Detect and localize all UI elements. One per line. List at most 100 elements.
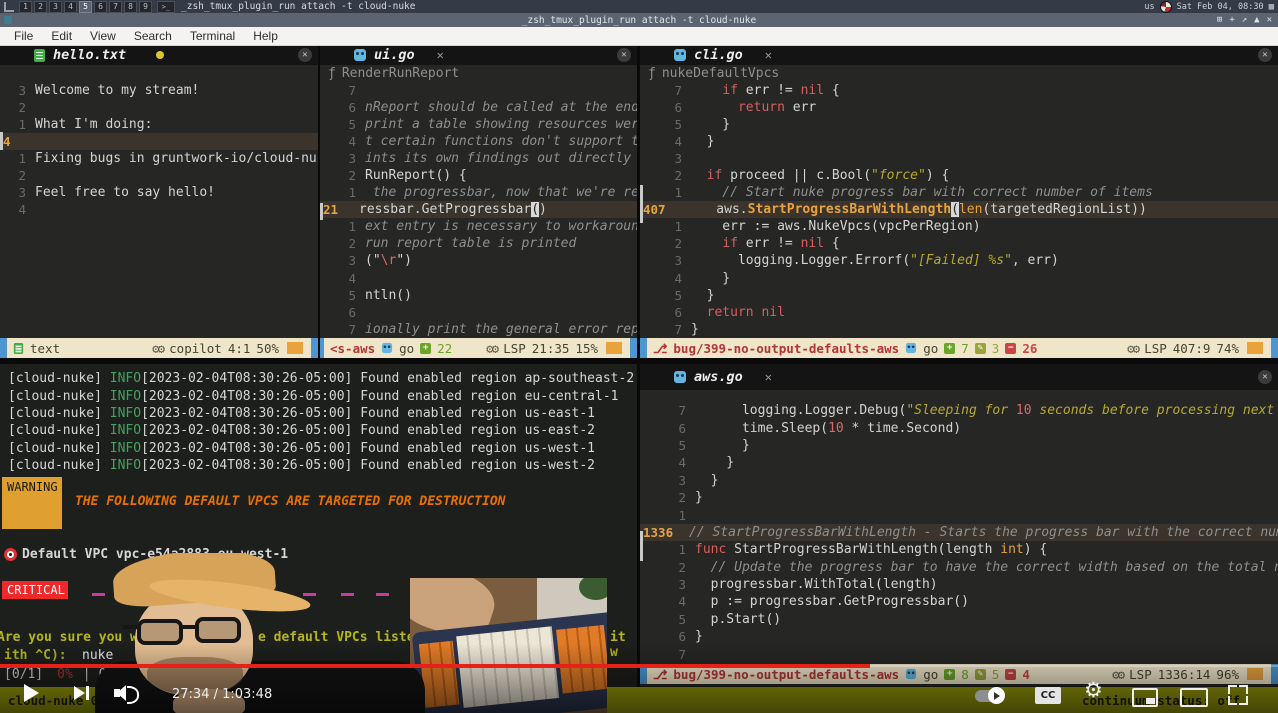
statusbar-cap xyxy=(1271,338,1278,358)
pane-divider xyxy=(637,364,640,713)
grid-icon[interactable]: ▦ xyxy=(1269,2,1274,12)
line-number: 7 xyxy=(320,322,365,337)
pane-close-icon[interactable]: ✕ xyxy=(298,48,312,62)
workspace-3[interactable]: 3 xyxy=(49,1,62,13)
go-lang-icon xyxy=(382,343,392,353)
miniplayer-button[interactable] xyxy=(1132,688,1158,707)
text-segment: [2023-02-04T08:30:26-05:00] Found enable… xyxy=(141,423,595,438)
text-segment: , err) xyxy=(1012,253,1059,268)
workspace-6[interactable]: 6 xyxy=(94,1,107,13)
pane-close-icon[interactable]: ✕ xyxy=(1258,370,1272,384)
tabbar-cli[interactable]: cli.go ✕ ✕ xyxy=(640,45,1278,65)
pane-hello-txt: hello.txt ✕ 3Welcome to my stream!21What… xyxy=(0,45,318,358)
workspace-2[interactable]: 2 xyxy=(34,1,47,13)
menu-file[interactable]: File xyxy=(6,29,41,43)
play-button[interactable] xyxy=(24,684,39,702)
git-branch-icon: ⎇ xyxy=(653,341,667,356)
typed-confirmation[interactable]: nuke xyxy=(82,648,113,663)
tab-ui-go[interactable]: ui.go xyxy=(374,47,415,63)
video-progress-played[interactable] xyxy=(0,664,870,668)
pane-close-icon[interactable]: ✕ xyxy=(617,48,631,62)
scroll-indicator[interactable] xyxy=(320,203,323,220)
tab-hello-txt[interactable]: hello.txt xyxy=(53,47,126,63)
settings-gear-icon[interactable]: ⚙ xyxy=(1084,678,1103,702)
menu-terminal[interactable]: Terminal xyxy=(182,29,243,43)
text-segment: INFO xyxy=(110,423,141,438)
text-segment: ints its own findings out directly to os… xyxy=(365,151,637,166)
window-menu-icon[interactable] xyxy=(4,16,12,24)
theater-mode-button[interactable] xyxy=(1180,688,1208,707)
text-segment: return xyxy=(738,100,785,115)
menu-edit[interactable]: Edit xyxy=(43,29,80,43)
workspace-7[interactable]: 7 xyxy=(109,1,122,13)
text-segment: nil xyxy=(801,83,824,98)
tabbar-ui[interactable]: ui.go ✕ ✕ xyxy=(320,45,637,65)
text-segment: \r xyxy=(381,253,397,268)
text-segment: What I'm doing: xyxy=(35,117,152,132)
video-progress-remaining[interactable] xyxy=(870,665,1278,667)
autoplay-toggle[interactable] xyxy=(975,690,1003,702)
text-segment: ) { xyxy=(926,168,949,183)
line-number: 7 xyxy=(320,83,365,98)
scroll-indicator[interactable] xyxy=(0,132,3,150)
tabbar-aws[interactable]: aws.go ✕ ✕ xyxy=(640,364,1278,390)
text-segment: [cloud-nuke] xyxy=(8,371,110,386)
code-line: 7ionally print the general error report,… xyxy=(320,321,637,338)
text-segment: } xyxy=(695,455,734,470)
gear-icon: ⚙⚙ xyxy=(486,341,497,356)
window-maximize-icon[interactable]: ▲ xyxy=(1254,15,1259,25)
line-number: 4 xyxy=(320,271,365,286)
line-number: 4 xyxy=(0,134,29,149)
modified-dot-icon xyxy=(156,51,164,59)
window-close-icon[interactable]: ✕ xyxy=(1267,15,1272,25)
code-hello[interactable]: 3Welcome to my stream!21What I'm doing:4… xyxy=(0,82,318,218)
git-deleted-icon: − xyxy=(1005,343,1016,354)
pane-divider xyxy=(637,45,640,358)
tab-aws-go[interactable]: aws.go xyxy=(694,369,743,385)
scroll-indicator[interactable] xyxy=(640,185,643,223)
tab-close-x-icon[interactable]: ✕ xyxy=(765,370,772,384)
taskbar-window-title[interactable]: _zsh_tmux_plugin_run attach -t cloud-nuk… xyxy=(181,1,416,12)
line-number: 1 xyxy=(640,185,691,200)
captions-button[interactable]: CC xyxy=(1035,687,1061,704)
code-aws[interactable]: 7 logging.Logger.Debug("Sleeping for 10 … xyxy=(640,402,1278,663)
statusbar-ui: <s-aws go + 22 ⚙⚙ LSP 21:35 15% xyxy=(320,338,637,358)
menu-search[interactable]: Search xyxy=(126,29,180,43)
workspace-5-active[interactable]: 5 xyxy=(79,1,92,13)
player-controls: 27:34 / 1:03:48 CC ⚙ xyxy=(0,676,1278,713)
workspace-1[interactable]: 1 xyxy=(19,1,32,13)
workspace-8[interactable]: 8 xyxy=(124,1,137,13)
scroll-percent: 15% xyxy=(575,341,598,356)
code-cli[interactable]: 7 if err != nil {6 return err5 }4 }32 if… xyxy=(640,82,1278,338)
terminal-workspace-icon[interactable]: >_ xyxy=(157,1,175,13)
scroll-percent: 50% xyxy=(256,341,279,356)
window-move-icon[interactable]: + xyxy=(1229,15,1234,25)
tab-close-x-icon[interactable]: ✕ xyxy=(437,48,444,62)
gear-icon: ⚙⚙ xyxy=(152,341,163,356)
code-line: 2 xyxy=(0,167,318,184)
code-line: 1 err := aws.NukeVpcs(vpcPerRegion) xyxy=(640,218,1278,235)
fullscreen-button[interactable] xyxy=(1228,685,1248,705)
window-grid-icon[interactable]: ⊞ xyxy=(1217,15,1222,25)
window-resize-icon[interactable]: ↗ xyxy=(1242,15,1247,25)
log-line: [cloud-nuke] INFO[2023-02-04T08:30:26-05… xyxy=(0,422,637,439)
text-segment: { xyxy=(824,236,840,251)
keyboard-layout-indicator[interactable]: us xyxy=(1144,2,1154,12)
pane-close-icon[interactable]: ✕ xyxy=(1258,48,1272,62)
code-ui[interactable]: 76nReport should be called at the end of… xyxy=(320,82,637,338)
scroll-indicator[interactable] xyxy=(640,531,643,561)
tab-close-x-icon[interactable]: ✕ xyxy=(765,48,772,62)
line-number: 6 xyxy=(320,100,365,115)
tab-cli-go[interactable]: cli.go xyxy=(694,47,743,63)
text-segment: } xyxy=(695,473,718,488)
line-number: 407 xyxy=(640,202,685,217)
workspace-9[interactable]: 9 xyxy=(139,1,152,13)
menu-view[interactable]: View xyxy=(82,29,124,43)
menu-help[interactable]: Help xyxy=(245,29,286,43)
line-number: 1 xyxy=(640,219,691,234)
line-number: 5 xyxy=(640,117,691,132)
code-line: 2run report table is printed xyxy=(320,235,637,252)
lsp-label: LSP xyxy=(1144,341,1167,356)
workspace-4[interactable]: 4 xyxy=(64,1,77,13)
tabbar-hello[interactable]: hello.txt ✕ xyxy=(0,45,318,65)
